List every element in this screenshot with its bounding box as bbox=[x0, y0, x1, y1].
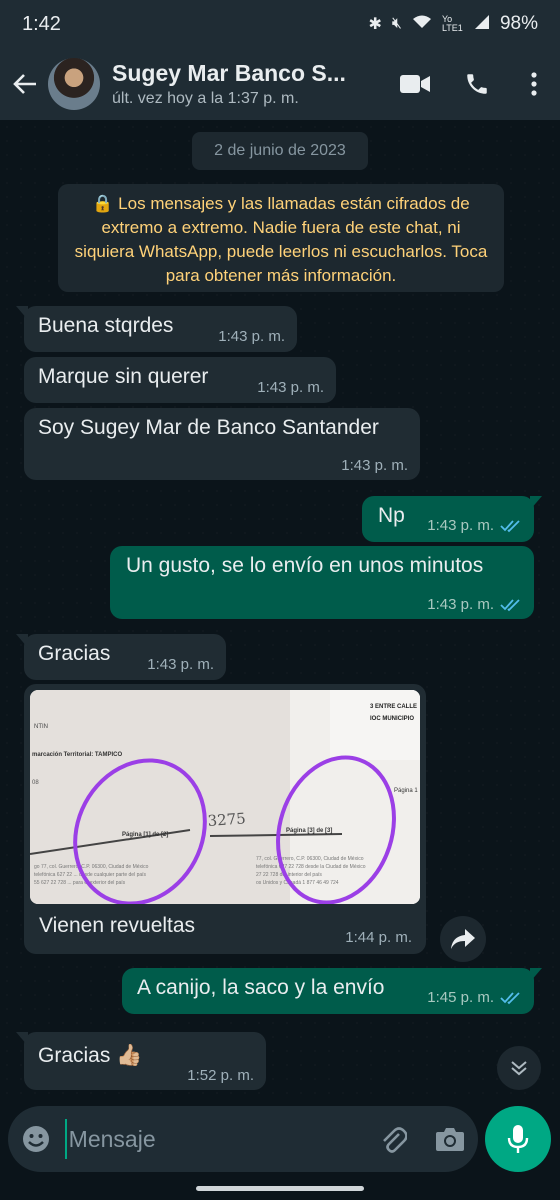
svg-text:NTIN: NTIN bbox=[34, 724, 48, 730]
signal-icon bbox=[474, 14, 490, 35]
status-icons: ✱ 🔇︎ Yo LTE1 98% bbox=[368, 13, 538, 35]
wifi-icon bbox=[412, 14, 432, 35]
phone-icon bbox=[467, 74, 487, 94]
home-indicator[interactable] bbox=[196, 1186, 364, 1191]
svg-text:77, col. Guerrero, C.P. 06300,: 77, col. Guerrero, C.P. 06300, Ciudad de… bbox=[256, 856, 364, 862]
mic-icon bbox=[507, 1125, 529, 1153]
camera-icon bbox=[435, 1128, 464, 1151]
message-time: 1:43 p. m. bbox=[218, 328, 285, 345]
photo-right-header: 3 ENTRE CALLE bbox=[370, 704, 417, 710]
forward-icon bbox=[451, 929, 475, 949]
svg-text:55 627 22 728 ... para el exte: 55 627 22 728 ... para el exterior del p… bbox=[34, 880, 126, 886]
message-outgoing[interactable]: Un gusto, se lo envío en unos minutos 1:… bbox=[110, 546, 534, 619]
bluetooth-icon: ✱ bbox=[368, 16, 382, 33]
back-arrow-icon bbox=[13, 74, 36, 94]
message-image[interactable]: NTIN marcación Territorial: TAMPICO 08 P… bbox=[24, 684, 426, 954]
photo-line1: marcación Territorial: TAMPICO bbox=[32, 752, 122, 758]
message-time: 1:43 p. m. bbox=[147, 656, 214, 673]
contact-name: Sugey Mar Banco S... bbox=[112, 60, 346, 86]
chat-header: Sugey Mar Banco S... últ. vez hoy a la 1… bbox=[0, 48, 560, 120]
chat-area[interactable]: 2 de junio de 2023 🔒 Los mensajes y las … bbox=[0, 120, 560, 1098]
svg-text:go 77, col. Guerrero, C.P. 063: go 77, col. Guerrero, C.P. 06300, Ciudad… bbox=[34, 864, 149, 870]
message-time: 1:44 p. m. bbox=[345, 929, 412, 946]
svg-text:os Unidos y Canadá 1 877 46 49: os Unidos y Canadá 1 877 46 49 724 bbox=[256, 880, 339, 886]
message-text: Marque sin querer bbox=[38, 365, 209, 388]
video-call-icon bbox=[400, 75, 430, 93]
photo-handwritten: 3275 bbox=[207, 809, 246, 830]
message-time: 1:43 p. m. bbox=[257, 379, 324, 396]
video-call-button[interactable] bbox=[384, 48, 446, 120]
chevron-down-icon bbox=[511, 1061, 527, 1076]
battery-level: 98% bbox=[499, 13, 538, 34]
message-incoming[interactable]: Marque sin querer 1:43 p. m. bbox=[24, 357, 336, 403]
message-text: A canijo, la saco y la envío bbox=[137, 976, 385, 999]
message-time: 1:45 p. m. bbox=[427, 989, 494, 1006]
svg-text:telefónica 627 22 ... desde cu: telefónica 627 22 ... desde cualquier pa… bbox=[34, 872, 147, 878]
image-caption: Vienen revueltas bbox=[39, 914, 196, 937]
status-time: 1:42 bbox=[22, 12, 61, 35]
message-meta: 1:45 p. m. bbox=[427, 989, 522, 1006]
more-vert-icon bbox=[531, 72, 537, 96]
photo-page-far: Página 1 bbox=[394, 788, 418, 794]
double-check-icon bbox=[500, 991, 520, 1004]
message-outgoing[interactable]: Np 1:43 p. m. bbox=[362, 496, 542, 542]
message-time: 1:43 p. m. bbox=[427, 517, 494, 534]
message-text: Np bbox=[378, 504, 405, 527]
date-chip: 2 de junio de 2023 bbox=[192, 132, 368, 170]
photo-page-left: Página [1] de [2] bbox=[122, 832, 168, 838]
svg-text:08: 08 bbox=[32, 780, 39, 786]
photo-thumbnail[interactable]: NTIN marcación Territorial: TAMPICO 08 P… bbox=[30, 690, 420, 904]
mute-icon: 🔇︎ bbox=[391, 15, 402, 32]
attach-icon bbox=[383, 1127, 407, 1153]
message-text: Gracias bbox=[38, 642, 111, 665]
attach-button[interactable] bbox=[365, 1106, 422, 1172]
message-incoming[interactable]: Gracias 👍🏼 1:52 p. m. bbox=[16, 1032, 266, 1090]
scroll-to-bottom-button[interactable] bbox=[497, 1046, 541, 1090]
photo-page-right: Página [3] de [3] bbox=[286, 828, 332, 834]
message-text: Soy Sugey Mar de Banco Santander bbox=[38, 416, 379, 439]
svg-text:telefónica 627 22 728 desde la: telefónica 627 22 728 desde la Ciudad de… bbox=[256, 864, 366, 870]
avatar[interactable] bbox=[48, 58, 100, 110]
camera-button[interactable] bbox=[421, 1106, 478, 1172]
double-check-icon bbox=[500, 598, 520, 611]
message-time: 1:43 p. m. bbox=[341, 457, 408, 474]
message-outgoing[interactable]: A canijo, la saco y la envío 1:45 p. m. bbox=[122, 968, 542, 1014]
voice-call-button[interactable] bbox=[446, 48, 508, 120]
photo-right-sub: IOC MUNICIPIO bbox=[370, 716, 414, 722]
message-text: Gracias 👍🏼 bbox=[38, 1044, 143, 1067]
more-options-button[interactable] bbox=[508, 48, 560, 120]
back-button[interactable] bbox=[2, 48, 48, 120]
message-time: 1:52 p. m. bbox=[187, 1067, 254, 1084]
message-incoming[interactable]: Gracias 1:43 p. m. bbox=[16, 634, 226, 680]
message-meta: 1:43 p. m. bbox=[427, 517, 522, 534]
double-check-icon bbox=[500, 519, 520, 532]
emoji-button[interactable] bbox=[8, 1106, 65, 1172]
message-incoming[interactable]: Soy Sugey Mar de Banco Santander 1:43 p.… bbox=[24, 408, 420, 480]
document-photo: NTIN marcación Territorial: TAMPICO 08 P… bbox=[30, 690, 420, 904]
forward-button[interactable] bbox=[440, 916, 486, 962]
system-nav-bar bbox=[0, 1178, 560, 1200]
voice-record-button[interactable] bbox=[485, 1106, 551, 1172]
contact-info[interactable]: Sugey Mar Banco S... últ. vez hoy a la 1… bbox=[112, 60, 384, 108]
emoji-icon bbox=[23, 1126, 50, 1152]
message-time: 1:43 p. m. bbox=[427, 596, 494, 613]
message-text: Un gusto, se lo envío en unos minutos bbox=[126, 554, 484, 577]
message-meta: 1:43 p. m. bbox=[427, 596, 522, 613]
message-composer bbox=[8, 1106, 478, 1172]
encryption-notice[interactable]: 🔒 Los mensajes y las llamadas están cifr… bbox=[58, 184, 504, 292]
last-seen: últ. vez hoy a la 1:37 p. m. bbox=[112, 90, 299, 107]
network-label: Yo LTE1 bbox=[441, 14, 463, 33]
message-input[interactable] bbox=[64, 1119, 365, 1159]
svg-text:27 22 728 del interior del paí: 27 22 728 del interior del país bbox=[256, 872, 322, 878]
status-bar: 1:42 ✱ 🔇︎ Yo LTE1 98% bbox=[0, 0, 560, 48]
message-text: Buena stqrdes bbox=[38, 314, 174, 337]
message-incoming[interactable]: Buena stqrdes 1:43 p. m. bbox=[16, 306, 297, 352]
